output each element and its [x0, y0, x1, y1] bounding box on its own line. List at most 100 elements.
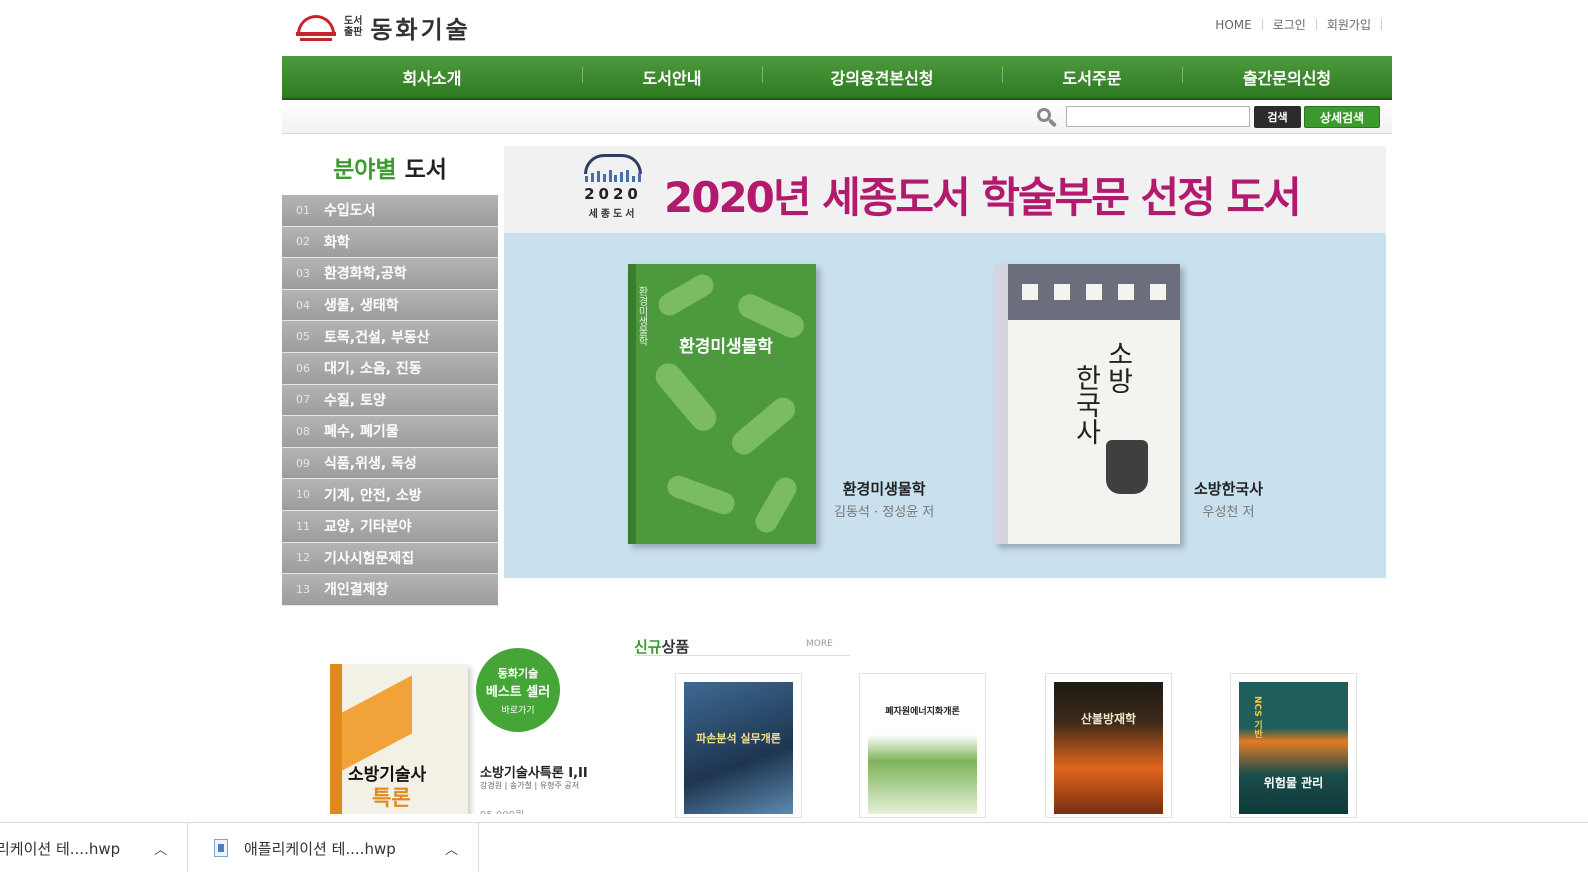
category-num: 03 — [296, 266, 310, 280]
nav-order[interactable]: 도서주문 — [1002, 65, 1182, 89]
bestseller-badge[interactable]: 동화기술 베스트 셀러 바로가기 — [476, 648, 560, 732]
main-nav: 회사소개 도서안내 강의용견본신청 도서주문 출간문의신청 — [282, 56, 1392, 100]
category-item[interactable]: 05 토목,건설, 부동산 — [282, 321, 498, 353]
sidebar-title: 분야별 도서 — [282, 150, 498, 184]
ncs-badge: NCS 기반 — [1252, 696, 1262, 738]
category-label: 수입도서 — [324, 203, 376, 220]
category-label: 토목,건설, 부동산 — [324, 329, 430, 346]
category-item[interactable]: 07 수질, 토양 — [282, 384, 498, 417]
featured-banner[interactable]: 2020 세종도서 2020년 세종도서 학술부문 선정 도서 환경미생물학 환… — [504, 146, 1386, 578]
chevron-up-icon[interactable]: ︿ — [445, 839, 458, 858]
page: 도서 출판 동화기술 HOME 로그인 회원가입 회사소개 도서안내 강의용견본… — [0, 0, 1588, 872]
home-link[interactable]: HOME — [1215, 18, 1251, 32]
top-links: HOME 로그인 회원가입 — [1215, 16, 1392, 33]
search-bar: 검색 상세검색 — [282, 100, 1392, 134]
product-title: 산불방재학 — [1080, 712, 1137, 726]
banner-title: 2020년 세종도서 학술부문 선정 도서 — [664, 173, 1302, 222]
badge-line1: 동화기술 — [497, 666, 539, 680]
more-link[interactable]: MORE — [806, 639, 833, 649]
book2-caption: 소방한국사 우성천 저 — [1194, 478, 1263, 520]
signup-link[interactable]: 회원가입 — [1327, 16, 1371, 33]
logo-name: 동화기술 — [370, 15, 471, 44]
category-label: 개인결제창 — [324, 582, 389, 599]
award-year: 2020 — [584, 185, 642, 203]
category-item[interactable]: 03 환경화학,공학 — [282, 258, 498, 290]
product-title: 파손분석 실무개론 — [696, 732, 781, 745]
bestseller-price: 95,000원 — [480, 806, 524, 814]
product-cover: 산불방재학 — [1054, 682, 1163, 814]
book-spine-title: 소방한국사 — [994, 284, 1007, 339]
download-item[interactable]: 리케이션 테....hwp ︿ — [0, 823, 188, 872]
category-item[interactable]: 09 식품,위생, 독성 — [282, 447, 498, 480]
bestseller-title: 소방기술사특론 I,II — [480, 766, 588, 781]
book-cover-environmental-microbiology[interactable]: 환경미생물학 환경미생물학 — [628, 264, 816, 544]
category-num: 05 — [296, 330, 310, 344]
category-item[interactable]: 08 폐수, 폐기물 — [282, 416, 498, 448]
badge-line3: 바로가기 — [501, 705, 535, 716]
category-label: 식품,위생, 독성 — [324, 456, 417, 473]
category-num: 09 — [296, 456, 310, 470]
sidebar-title-accent: 분야별 — [333, 157, 397, 183]
download-item[interactable]: 애플리케이션 테....hwp ︿ — [192, 823, 479, 872]
divider — [1315, 19, 1317, 30]
site-logo[interactable]: 도서 출판 동화기술 — [296, 10, 471, 44]
category-label: 화학 — [324, 234, 350, 251]
divider — [1261, 19, 1263, 30]
category-item[interactable]: 13 개인결제창 — [282, 574, 498, 606]
bestseller-promo[interactable]: 소방기술사 특론 동화기술 베스트 셀러 바로가기 소방기술사특론 I,II 강… — [326, 648, 606, 814]
product-cover: 파손분석 실무개론 — [684, 682, 793, 814]
product-card[interactable]: NCS 기반 위험물 관리 — [1230, 673, 1357, 818]
product-card[interactable]: 파손분석 실무개론 — [675, 673, 802, 818]
category-label: 수질, 토양 — [324, 392, 386, 409]
category-item[interactable]: 04 생물, 생태학 — [282, 289, 498, 322]
new-products-header: 신규상품 MORE — [634, 636, 850, 656]
category-label: 대기, 소음, 진동 — [324, 361, 422, 378]
logo-sub-top: 도서 — [344, 16, 363, 27]
product-card[interactable]: 폐자원에너지화개론 — [859, 673, 986, 818]
urn-illustration — [1106, 440, 1148, 494]
category-list: 01 수입도서 02 화학 03 환경화학,공학 04 생물, 생태학 05 토목,건설,… — [282, 195, 498, 606]
category-item[interactable]: 12 기사시험문제집 — [282, 542, 498, 575]
search-input[interactable] — [1066, 106, 1250, 127]
chevron-up-icon[interactable]: ︿ — [154, 839, 167, 858]
product-card[interactable]: 산불방재학 — [1045, 673, 1172, 818]
category-label: 기계, 안전, 소방 — [324, 487, 422, 504]
search-icon — [1037, 108, 1058, 128]
award-label: 세종도서 — [588, 209, 638, 220]
sejong-award-logo: 2020 세종도서 — [582, 154, 644, 224]
category-num: 12 — [296, 551, 310, 565]
book1-caption: 환경미생물학 김동석 · 정성윤 저 — [834, 478, 934, 520]
category-num: 13 — [296, 582, 310, 596]
category-item[interactable]: 06 대기, 소음, 진동 — [282, 352, 498, 385]
nav-publish-inquiry[interactable]: 출간문의신청 — [1182, 65, 1392, 89]
download-filename: 리케이션 테....hwp — [0, 839, 121, 858]
category-num: 08 — [296, 424, 310, 438]
nav-company[interactable]: 회사소개 — [282, 65, 582, 89]
nav-books[interactable]: 도서안내 — [582, 65, 762, 89]
divider — [1381, 19, 1382, 30]
book-cover-fire-history[interactable]: 소방한국사 소방 한국사 — [994, 264, 1180, 544]
category-label: 폐수, 폐기물 — [324, 424, 399, 441]
category-item[interactable]: 01 수입도서 — [282, 195, 498, 227]
bestseller-cover-title2: 특론 — [372, 786, 411, 810]
category-num: 02 — [296, 235, 310, 249]
search-button[interactable]: 검색 — [1254, 106, 1301, 128]
badge-line2: 베스트 셀러 — [485, 684, 551, 700]
category-item[interactable]: 02 화학 — [282, 226, 498, 259]
book1-caption-title: 환경미생물학 — [842, 480, 926, 498]
book2-caption-title: 소방한국사 — [1194, 480, 1264, 498]
book2-caption-author: 우성천 저 — [1202, 505, 1255, 520]
login-link[interactable]: 로그인 — [1273, 16, 1306, 33]
new-products-title-rest: 상품 — [661, 638, 690, 656]
product-cover: 폐자원에너지화개론 — [868, 682, 977, 814]
advanced-search-button[interactable]: 상세검색 — [1304, 106, 1380, 128]
logo-sub-text: 도서 출판 — [344, 16, 362, 38]
product-title: 위험물 관리 — [1263, 776, 1324, 790]
logo-sub-bottom: 출판 — [344, 27, 363, 38]
nav-sample-request[interactable]: 강의용견본신청 — [762, 65, 1002, 89]
new-products-title: 신규상품 — [634, 638, 689, 656]
category-num: 01 — [296, 203, 310, 217]
banner-header: 2020 세종도서 2020년 세종도서 학술부문 선정 도서 — [504, 146, 1386, 233]
category-item[interactable]: 11 교양, 기타분야 — [282, 510, 498, 543]
category-item[interactable]: 10 기계, 안전, 소방 — [282, 479, 498, 511]
